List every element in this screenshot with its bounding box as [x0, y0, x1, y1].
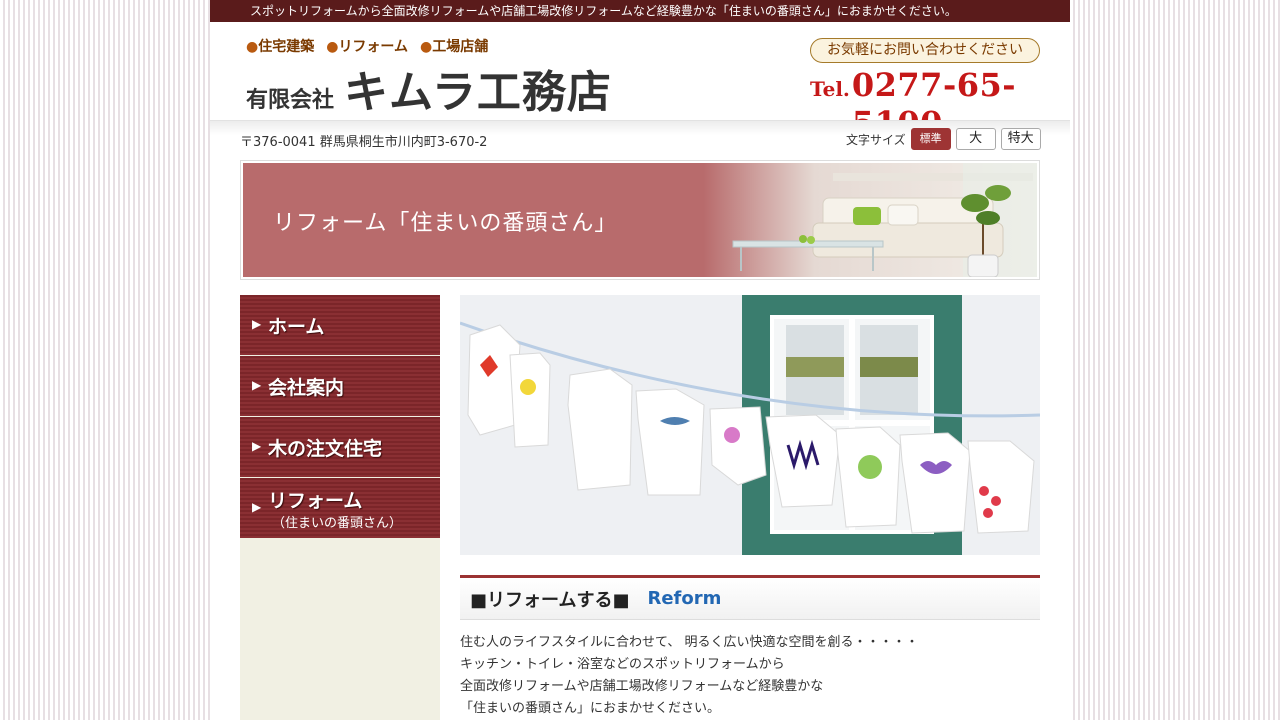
nav-item-label: 木の注文住宅: [268, 438, 383, 460]
section-title-jp: ■リフォームする■: [470, 589, 630, 611]
hanging-tshirts-image: [460, 295, 1040, 555]
category-factory-store: 工場店舗: [420, 36, 488, 56]
nav-item-custom-house[interactable]: ▶ 木の注文住宅: [240, 417, 440, 477]
intro-text: 住む人のライフスタイルに合わせて、 明るく広い快適な空間を創る・・・・・ キッチ…: [460, 632, 1040, 720]
category-reform: リフォーム: [326, 36, 408, 56]
top-message-bar: スポットリフォームから全面改修リフォームや店舗工場改修リフォームなど経験豊かな「…: [210, 0, 1070, 22]
nav-item-sublabel: （住まいの番頭さん）: [272, 516, 403, 531]
main-content: ■リフォームする■ Reform 住む人のライフスタイルに合わせて、 明るく広い…: [460, 295, 1040, 720]
nav-item-reform[interactable]: ▶ リフォーム （住まいの番頭さん）: [240, 478, 440, 538]
category-housing: 住宅建築: [246, 36, 314, 56]
hero-photo: [460, 295, 1040, 555]
page-banner: リフォーム「住まいの番頭さん」: [240, 160, 1040, 280]
site-header: 住宅建築 リフォーム 工場店舗 有限会社 キムラ工務店 お気軽にお問い合わせくだ…: [210, 22, 1070, 142]
nav-arrow-icon: ▶: [252, 317, 262, 331]
tel-prefix: Tel.: [810, 77, 850, 101]
section-title-en: Reform: [647, 588, 722, 609]
section-heading: ■リフォームする■ Reform: [460, 575, 1040, 620]
nav-item-label: 会社案内: [268, 377, 345, 399]
category-list: 住宅建築 リフォーム 工場店舗: [246, 36, 488, 56]
sidebar-nav: ▶ ホーム ▶ 会社案内 ▶ 木の注文住宅 ▶ リフォーム （住まいの番頭さん）: [240, 295, 440, 720]
banner-title: リフォーム「住まいの番頭さん」: [273, 211, 618, 236]
font-size-normal-button[interactable]: 標準: [910, 128, 951, 150]
intro-line: キッチン・トイレ・浴室などのスポットリフォームから: [460, 657, 785, 672]
font-size-switcher: 文字サイズ 標準 大 特大: [846, 128, 1041, 150]
site-logo[interactable]: 有限会社 キムラ工務店: [246, 56, 612, 120]
banner-image: リフォーム「住まいの番頭さん」: [243, 163, 1037, 277]
nav-arrow-icon: ▶: [252, 500, 262, 514]
intro-line: 住む人のライフスタイルに合わせて、 明るく広い快適な空間を創る・・・・・: [460, 635, 919, 650]
contact-label: お気軽にお問い合わせください: [810, 38, 1040, 63]
nav-item-company[interactable]: ▶ 会社案内: [240, 356, 440, 416]
nav-item-label: ホーム: [268, 316, 325, 338]
sofa-illustration: [732, 163, 1037, 277]
company-name: キムラ工務店: [344, 67, 612, 118]
page: スポットリフォームから全面改修リフォームや店舗工場改修リフォームなど経験豊かな「…: [210, 0, 1070, 720]
address-bar: 〒376-0041 群馬県桐生市川内町3-670-2 文字サイズ 標準 大 特大: [210, 120, 1070, 160]
nav-arrow-icon: ▶: [252, 378, 262, 392]
intro-line: 「住まいの番頭さん」におまかせください。: [460, 701, 721, 716]
nav-item-home[interactable]: ▶ ホーム: [240, 295, 440, 355]
top-message-text: スポットリフォームから全面改修リフォームや店舗工場改修リフォームなど経験豊かな「…: [250, 4, 957, 18]
company-prefix: 有限会社: [246, 88, 335, 113]
nav-item-label: リフォーム: [268, 490, 363, 512]
font-size-xlarge-button[interactable]: 特大: [1000, 128, 1041, 150]
font-size-label: 文字サイズ: [846, 132, 906, 147]
intro-line: 全面改修リフォームや店舗工場改修リフォームなど経験豊かな: [460, 679, 824, 694]
nav-arrow-icon: ▶: [252, 439, 262, 453]
address: 〒376-0041 群馬県桐生市川内町3-670-2: [240, 135, 488, 150]
font-size-large-button[interactable]: 大: [955, 128, 996, 150]
